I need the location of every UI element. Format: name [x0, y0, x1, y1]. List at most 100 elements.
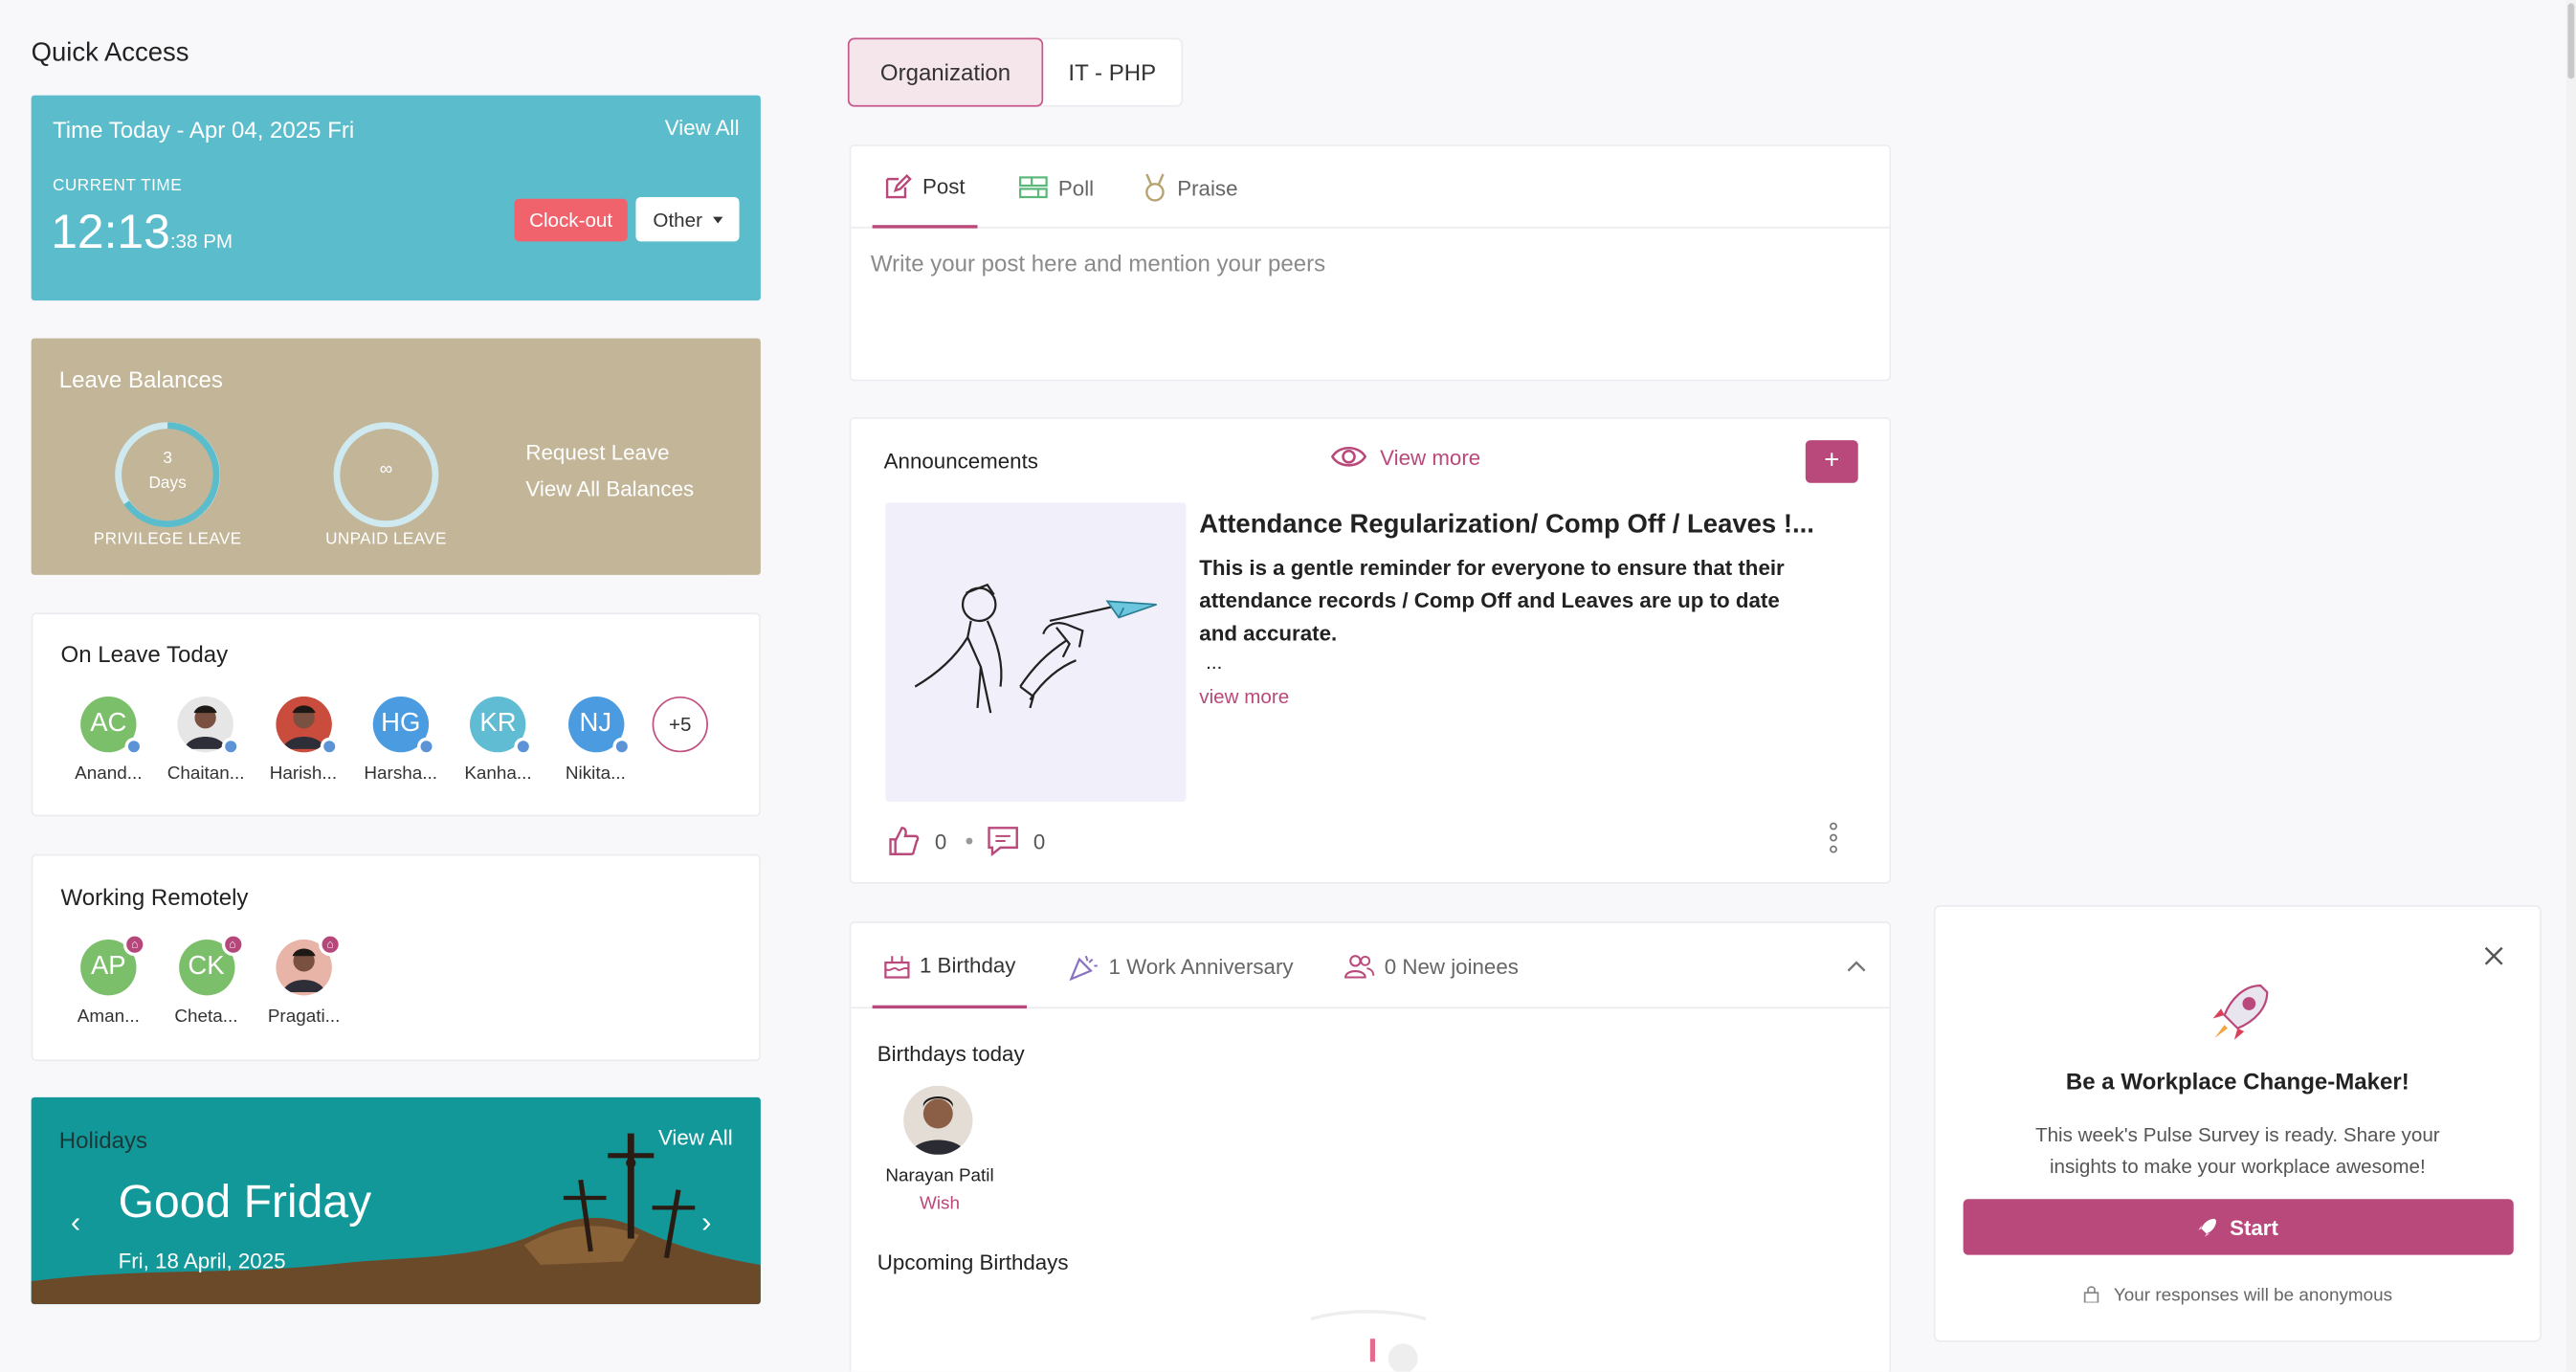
post-composer-card: Post Poll Praise Write your post here an…	[849, 144, 1892, 382]
home-badge-icon: ⌂	[319, 933, 343, 957]
comment-button[interactable]: 0	[988, 827, 1045, 856]
status-badge	[611, 737, 631, 756]
person-avatar[interactable]: AC	[80, 696, 144, 756]
tab-poll-label: Poll	[1057, 174, 1095, 200]
person-name: Pragati...	[267, 1007, 341, 1028]
users-icon	[1344, 954, 1374, 978]
tab-organization[interactable]: Organization	[847, 37, 1044, 107]
avatar-initials: CK	[188, 952, 225, 981]
person-name: Cheta...	[174, 1007, 238, 1028]
tab-birthday-label: 1 Birthday	[919, 951, 1016, 977]
birthday-person-avatar[interactable]	[903, 1085, 973, 1155]
announcement-ellipsis: ...	[1206, 650, 1223, 674]
working-remotely-card: Working Remotely AP ⌂ Aman... CK ⌂ Cheta... ⌂ P…	[31, 853, 761, 1062]
announcements-view-more[interactable]: View more	[1330, 444, 1481, 470]
tab-poll[interactable]: Poll	[1007, 146, 1105, 229]
view-more-label: View more	[1380, 444, 1481, 470]
anonymous-note-text: Your responses will be anonymous	[2113, 1286, 2393, 1306]
request-leave-link[interactable]: Request Leave	[525, 440, 669, 465]
avatar-initials: AP	[90, 952, 126, 981]
clock-out-button[interactable]: Clock-out	[514, 198, 628, 242]
avatar-initials: AC	[90, 709, 127, 738]
time-today-title: Time Today - Apr 04, 2025 Fri	[52, 116, 355, 144]
tab-praise[interactable]: Praise	[1130, 146, 1249, 229]
anonymous-note: Your responses will be anonymous	[1935, 1285, 2540, 1306]
survey-title: Be a Workplace Change-Maker!	[2065, 1067, 2409, 1095]
upcoming-birthdays-heading: Upcoming Birthdays	[877, 1250, 1069, 1275]
person-avatar[interactable]	[177, 696, 241, 756]
person-name: Aman...	[77, 1007, 140, 1028]
collapse-chevron-icon[interactable]	[1845, 953, 1868, 973]
birthday-person-name: Narayan Patil	[885, 1165, 994, 1186]
wish-link[interactable]: Wish	[867, 1194, 1011, 1214]
time-suffix: :38 PM	[169, 230, 233, 254]
thumbs-up-icon	[889, 827, 920, 855]
holiday-date: Fri, 18 April, 2025	[118, 1248, 286, 1273]
person-name: Harsha...	[364, 763, 438, 784]
tab-new-joinees[interactable]: 0 New joinees	[1336, 923, 1526, 1008]
time-today-card: Time Today - Apr 04, 2025 Fri View All C…	[31, 95, 761, 301]
announcement-title[interactable]: Attendance Regularization/ Comp Off / Le…	[1199, 511, 1856, 541]
page-scrollbar[interactable]	[2565, 0, 2576, 1372]
announcement-image	[885, 502, 1187, 802]
time-view-all-link[interactable]: View All	[665, 115, 740, 140]
person-name: Nikita...	[565, 763, 626, 784]
status-badge	[124, 737, 144, 756]
rocket-small-icon	[2198, 1218, 2217, 1237]
privilege-leave-unit: Days	[148, 475, 187, 494]
more-options-icon[interactable]	[1827, 821, 1840, 853]
eye-icon	[1330, 446, 1367, 467]
next-holiday-button[interactable]: ›	[701, 1206, 711, 1240]
tab-post[interactable]: Post	[872, 146, 978, 229]
other-dropdown[interactable]: Other	[635, 197, 740, 242]
comment-icon	[988, 827, 1018, 856]
survey-start-label: Start	[2230, 1214, 2278, 1240]
tab-birthday[interactable]: 1 Birthday	[872, 923, 1028, 1009]
avatar-initials: HG	[381, 709, 421, 738]
like-button[interactable]: 0	[889, 827, 989, 856]
person-avatar[interactable]: HG	[372, 696, 435, 756]
person-name: Chaitan...	[167, 763, 245, 784]
holiday-name: Good Friday	[118, 1176, 372, 1228]
person-avatar[interactable]: KR	[470, 696, 533, 756]
party-icon	[1069, 955, 1098, 981]
person-avatar[interactable]: ⌂	[276, 933, 343, 996]
separator-dot	[966, 837, 973, 845]
person-name: Anand...	[75, 763, 143, 784]
person-avatar[interactable]: AP ⌂	[80, 933, 146, 996]
tab-new-joinees-label: 0 New joinees	[1384, 953, 1519, 979]
announcements-title: Announcements	[883, 448, 1038, 474]
announcement-view-more-link[interactable]: view more	[1199, 685, 1289, 708]
tab-work-anniversary[interactable]: 1 Work Anniversary	[1061, 923, 1301, 1008]
avatar-initials: NJ	[579, 709, 612, 738]
announcement-body: This is a gentle reminder for everyone t…	[1199, 555, 1785, 646]
status-badge	[222, 737, 241, 756]
person-name: Kanha...	[464, 763, 532, 784]
post-input[interactable]: Write your post here and mention your pe…	[871, 250, 1856, 276]
current-time: 12:13:38 PM	[51, 207, 233, 261]
tab-praise-label: Praise	[1177, 174, 1238, 200]
view-all-balances-link[interactable]: View All Balances	[525, 476, 694, 501]
status-badge	[416, 737, 435, 756]
tab-post-label: Post	[922, 173, 966, 198]
leave-balances-title: Leave Balances	[58, 365, 223, 393]
lock-icon	[2083, 1286, 2099, 1304]
scrollbar-thumb[interactable]	[2567, 3, 2575, 79]
home-badge-icon: ⌂	[220, 933, 244, 957]
other-dropdown-label: Other	[653, 208, 702, 232]
prev-holiday-button[interactable]: ‹	[71, 1206, 80, 1240]
add-announcement-button[interactable]: +	[1805, 440, 1858, 483]
tab-it-php[interactable]: IT - PHP	[1043, 39, 1181, 105]
survey-start-button[interactable]: Start	[1963, 1199, 2514, 1255]
person-avatar[interactable]: CK ⌂	[178, 933, 244, 996]
on-leave-today-title: On Leave Today	[60, 640, 229, 668]
holidays-card: Holidays View All ‹ › Good Friday Fri, 1…	[31, 1096, 761, 1305]
more-people-badge[interactable]: +5	[652, 696, 708, 753]
rocket-icon	[2212, 984, 2269, 1040]
person-avatar[interactable]: NJ	[567, 696, 631, 756]
home-badge-icon: ⌂	[122, 933, 146, 957]
holidays-view-all-link[interactable]: View All	[658, 1125, 733, 1150]
status-badge	[320, 737, 338, 756]
person-avatar[interactable]	[275, 696, 338, 756]
close-icon[interactable]	[2484, 944, 2504, 965]
